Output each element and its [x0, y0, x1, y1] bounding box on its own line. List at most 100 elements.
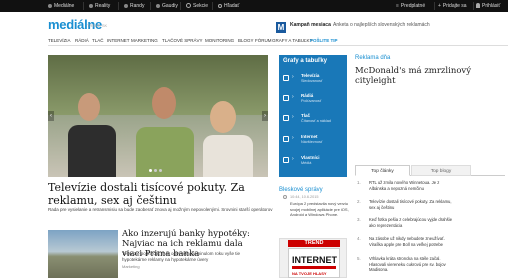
- person-head: [210, 101, 236, 133]
- charts-panel-title[interactable]: Grafy a tabuľky: [283, 58, 327, 64]
- list-item[interactable]: 5. Vrhlavka kráta stroncka na stéle zača…: [355, 256, 505, 272]
- login-label: Prihlásiť: [482, 3, 501, 9]
- chart-link-radia[interactable]: › Rádiá Počúvanosť: [283, 93, 345, 108]
- flash-news-title[interactable]: Bleskové správy: [279, 187, 323, 193]
- list-item-text: Televízie dostali tisícové pokuty. Za re…: [369, 199, 452, 210]
- divider: [83, 2, 84, 10]
- chart-link-vlastnici[interactable]: › Vlastníci Médiá: [283, 155, 345, 170]
- next-slide-icon[interactable]: ›: [262, 111, 268, 121]
- nav-item-monitoring[interactable]: MONITORING: [205, 38, 234, 43]
- tv-icon: [283, 75, 289, 81]
- divider: [473, 2, 474, 10]
- article-category[interactable]: Marketing: [122, 264, 140, 269]
- plus-icon: +: [438, 3, 441, 9]
- article-thumbnail[interactable]: [48, 230, 118, 278]
- arrow-icon: ›: [292, 135, 294, 141]
- list-item-text: Na zásobe už nikdy nebudete zneužívať. V…: [369, 236, 445, 247]
- topbar-item-label: Mediálne: [54, 3, 75, 9]
- topbar-item-reality[interactable]: Reality: [89, 0, 110, 12]
- hero-lead: Rada pre vysielanie a retransmisiu sa bu…: [48, 207, 273, 212]
- list-item[interactable]: 4. Na zásobe už nikdy nebudete zneužívať…: [355, 236, 505, 250]
- nav-item-tlacove-spravy[interactable]: TLAČOVÉ SPRÁVY: [162, 38, 203, 43]
- topbar-item-label: Hľadať: [224, 3, 240, 9]
- nav-item-televizia[interactable]: TELEVÍZIA: [48, 38, 71, 43]
- campaign-text[interactable]: Anketa o najlepších slovenských reklamác…: [333, 22, 430, 28]
- login-link[interactable]: Prihlásiť: [476, 0, 500, 12]
- owners-icon: [283, 157, 289, 163]
- slider-dots: [148, 168, 163, 174]
- slide-dot[interactable]: [154, 169, 157, 172]
- hero-headline[interactable]: Televízie dostali tisícové pokuty. Za re…: [48, 181, 273, 207]
- nav-item-tip[interactable]: POŠLITE TIP: [310, 38, 338, 43]
- topbar-item-medialne[interactable]: Mediálne: [48, 0, 74, 12]
- hero-image[interactable]: ‹ ›: [48, 55, 268, 177]
- campaign-title[interactable]: Kampaň mesiaca: [290, 22, 331, 28]
- list-item[interactable]: 2. Televízie dostali tisícové pokuty. Za…: [355, 199, 505, 213]
- chart-link-label: Rádiá: [301, 93, 314, 98]
- chart-link-label: Televízia: [301, 73, 320, 78]
- divider: [118, 2, 119, 10]
- divider: [150, 2, 151, 10]
- list-item-number: 1.: [357, 180, 361, 185]
- nav-item-forum[interactable]: FÓRUM: [255, 38, 272, 43]
- divider: [212, 2, 213, 10]
- plus-icon: ≡: [396, 3, 399, 9]
- list-item-text: RTL už zmila nového Winnetoua. Je z Albá…: [369, 180, 440, 191]
- chart-link-tlac[interactable]: › Tlač Čítanosť a náklad: [283, 113, 345, 128]
- tab-top-articles[interactable]: Top články: [355, 165, 410, 176]
- topbar-item-sekcie[interactable]: Sekcie: [186, 0, 208, 12]
- tab-top-blogs[interactable]: Top blogy: [411, 165, 471, 176]
- person-head: [152, 87, 176, 119]
- nav-item-marketing[interactable]: MARKETING: [131, 38, 158, 43]
- sections-icon: [186, 3, 191, 8]
- chart-link-sub: Sledovanosť: [301, 79, 323, 83]
- topbar-item-randy[interactable]: Randy: [124, 0, 144, 12]
- monitor-icon: [283, 136, 289, 142]
- topbar-item-label: Gaudiy: [162, 3, 178, 9]
- person-silhouette: [68, 125, 116, 177]
- person-silhouette: [136, 127, 194, 177]
- chart-link-internet[interactable]: › Internet Návštevnosť: [283, 134, 345, 149]
- list-item-text: Keď fotka pešia z celebrajúcou vyjde dra…: [369, 217, 453, 228]
- chart-link-label: Internet: [301, 134, 318, 139]
- radio-icon: [283, 95, 289, 101]
- join-link[interactable]: + Pridajte sa: [438, 0, 467, 12]
- topbar-item-label: Sekcie: [193, 3, 209, 9]
- top-tabs: Top články Top blogy: [355, 165, 505, 176]
- nav-item-blogy[interactable]: BLOGY: [238, 38, 254, 43]
- nav-item-internet[interactable]: INTERNET: [107, 38, 130, 43]
- campaign-icon[interactable]: M: [276, 22, 286, 33]
- ad-of-day-title[interactable]: Reklama dňa: [355, 55, 390, 61]
- ad-of-day-headline[interactable]: McDonald's má zmrzlinový cityleight: [355, 66, 490, 86]
- article-lead: Televízie podľa dát TNS odvysielali v mi…: [122, 251, 241, 262]
- chart-link-televizia[interactable]: › Televízia Sledovanosť: [283, 73, 345, 88]
- list-item-number: 4.: [357, 236, 361, 241]
- bullet-icon: [156, 3, 160, 8]
- clock-icon: [283, 195, 287, 199]
- list-item[interactable]: 3. Keď fotka pešia z celebrajúcou vyjde …: [355, 217, 505, 231]
- nav-item-radia[interactable]: RÁDIÁ: [75, 38, 89, 43]
- topbar-item-search[interactable]: Hľadať: [218, 0, 239, 12]
- arrow-icon: ›: [292, 156, 294, 162]
- main-nav: TELEVÍZIA RÁDIÁ TLAČ INTERNET MARKETING …: [48, 37, 508, 46]
- prev-slide-icon[interactable]: ‹: [48, 111, 54, 121]
- flash-news-time: 10:44, 10.6.2015: [290, 195, 319, 199]
- bullet-icon: [124, 3, 128, 8]
- cover-stripe: [292, 266, 336, 269]
- list-item[interactable]: 1. RTL už zmila nového Winnetoua. Je z A…: [355, 180, 505, 194]
- topbar-item-gaudiy[interactable]: Gaudiy: [156, 0, 178, 12]
- slide-dot[interactable]: [149, 169, 152, 172]
- trend-magazine-ad[interactable]: TREND INTERNET NA TVOJE HLASY: [279, 238, 347, 278]
- user-icon: [476, 3, 480, 8]
- subscription-link[interactable]: ≡ Predplatné: [396, 0, 425, 12]
- nav-item-tlac[interactable]: TLAČ: [92, 38, 104, 43]
- topbar-item-label: Randy: [130, 3, 145, 9]
- flash-news-text[interactable]: Európa 2 predstavila nový verziu svojej …: [290, 201, 352, 218]
- nav-item-grafy[interactable]: GRAFY A TABUĽKY: [272, 38, 313, 43]
- print-icon: [283, 115, 289, 121]
- chart-link-sub: Čítanosť a náklad: [301, 119, 331, 123]
- charts-panel: Grafy a tabuľky › Televízia Sledovanosť …: [279, 55, 347, 177]
- arrow-icon: ›: [292, 114, 294, 120]
- slide-dot[interactable]: [159, 169, 162, 172]
- chart-link-sub: Návštevnosť: [301, 140, 323, 144]
